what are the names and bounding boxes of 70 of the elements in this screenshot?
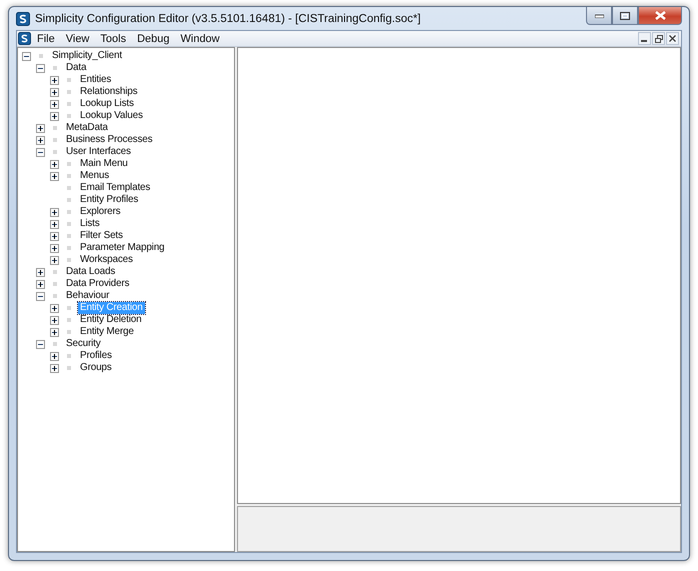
expand-icon[interactable] (50, 208, 59, 216)
tree-item[interactable]: Email Templates (78, 182, 152, 194)
expand-icon[interactable] (50, 352, 59, 360)
app-logo-icon (16, 12, 30, 26)
maximize-icon (620, 12, 630, 20)
tree-item[interactable]: Parameter Mapping (78, 242, 166, 254)
expand-icon[interactable] (50, 304, 59, 312)
expand-icon[interactable] (50, 316, 59, 324)
tree-item[interactable]: Entity Merge (78, 326, 136, 338)
tree-item[interactable]: Explorers (78, 206, 122, 218)
expand-icon[interactable] (50, 256, 59, 264)
minimize-button[interactable] (586, 7, 612, 25)
collapse-icon[interactable] (36, 292, 45, 300)
menu-item[interactable]: View (60, 32, 94, 44)
expand-icon[interactable] (50, 112, 59, 120)
expand-icon[interactable] (36, 268, 45, 276)
menu-item[interactable]: Debug (131, 32, 174, 44)
tree-item[interactable]: Menus (78, 170, 112, 182)
close-button[interactable] (638, 7, 682, 25)
window-title: Simplicity Configuration Editor (v3.5.5101.16481) - [CISTrainingConfig.soc*] (35, 12, 422, 24)
minimize-button[interactable] (638, 32, 651, 45)
tree-item[interactable]: Groups (78, 362, 114, 374)
tree-item[interactable]: Lookup Lists (78, 98, 136, 110)
collapse-icon[interactable] (36, 64, 45, 72)
maximize-button[interactable] (612, 7, 638, 25)
close-icon (669, 35, 676, 42)
close-icon (654, 11, 666, 20)
tree-item[interactable]: Data Providers (64, 278, 132, 290)
tree-item[interactable]: Main Menu (78, 158, 130, 170)
tree-item[interactable]: Entity Profiles (78, 194, 140, 206)
expand-icon[interactable] (50, 220, 59, 228)
expand-icon[interactable] (36, 136, 45, 144)
tree-item[interactable]: Profiles (78, 350, 114, 362)
tree-item[interactable]: Data (64, 62, 88, 74)
collapse-icon[interactable] (22, 52, 31, 60)
menu-item[interactable]: Window (174, 32, 225, 44)
tree-item[interactable]: Relationships (78, 86, 140, 98)
tree-item[interactable]: MetaData (64, 122, 110, 134)
tree-item[interactable]: User Interfaces (64, 146, 133, 158)
close-button[interactable] (666, 32, 679, 45)
tree-item[interactable]: Entity Deletion (78, 314, 144, 326)
minimize-icon (594, 14, 604, 18)
tree-item[interactable]: Security (64, 338, 103, 350)
tree-item[interactable]: Simplicity_Client (50, 50, 124, 62)
restore-icon (654, 34, 662, 42)
menu-item[interactable]: File (31, 32, 60, 44)
expand-icon[interactable] (36, 280, 45, 288)
expand-icon[interactable] (50, 232, 59, 240)
expand-icon[interactable] (50, 100, 59, 108)
menu-item[interactable]: Tools (94, 32, 132, 44)
tree-item[interactable]: Filter Sets (78, 230, 125, 242)
tree-item[interactable]: Lookup Values (78, 110, 145, 122)
expand-icon[interactable] (50, 364, 59, 372)
restore-button[interactable] (652, 32, 665, 45)
collapse-icon[interactable] (36, 148, 45, 156)
expand-icon[interactable] (50, 244, 59, 252)
expand-icon[interactable] (50, 88, 59, 96)
expand-icon[interactable] (50, 328, 59, 336)
expand-icon[interactable] (50, 172, 59, 180)
tree-item[interactable]: Workspaces (78, 254, 135, 266)
expand-icon[interactable] (50, 76, 59, 84)
tree-item[interactable]: Entities (78, 74, 114, 86)
document-logo-icon (18, 32, 31, 45)
tree-item[interactable]: Data Loads (64, 266, 118, 278)
tree-item[interactable]: Behaviour (64, 290, 112, 302)
tree-item[interactable]: Business Processes (64, 134, 154, 146)
collapse-icon[interactable] (36, 340, 45, 348)
expand-icon[interactable] (50, 160, 59, 168)
expand-icon[interactable] (36, 124, 45, 132)
tree-item[interactable]: Lists (78, 218, 102, 230)
